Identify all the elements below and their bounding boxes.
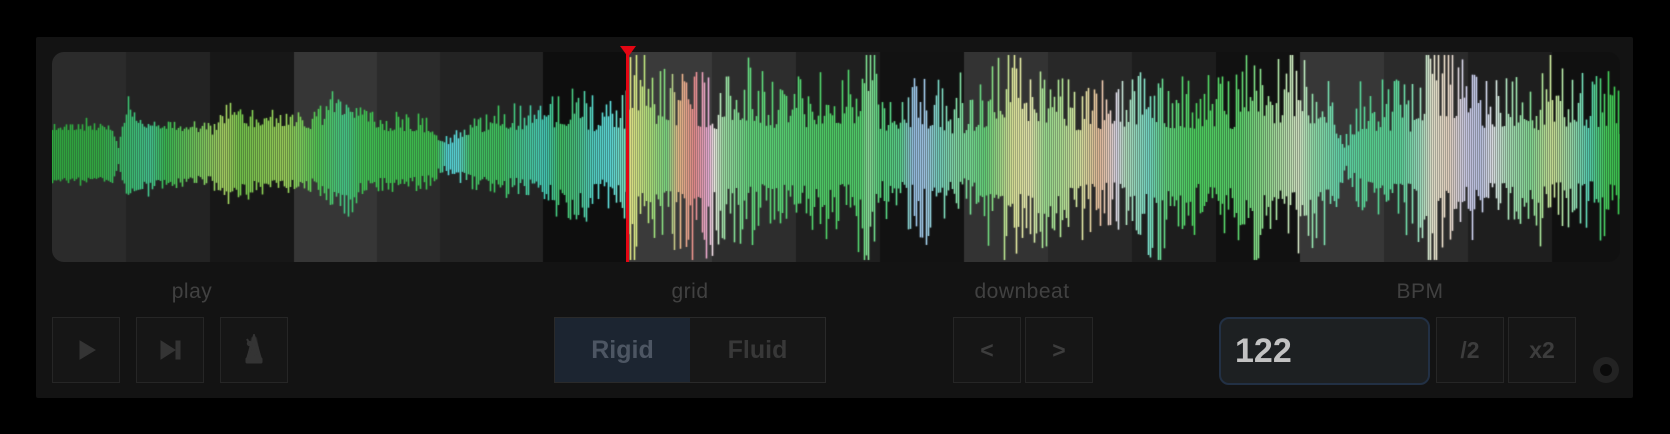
playhead-marker-icon[interactable]: [620, 46, 636, 57]
round-indicator-button[interactable]: [1593, 357, 1619, 383]
bpm-double-button[interactable]: x2: [1508, 317, 1576, 383]
play-button[interactable]: [52, 317, 120, 383]
downbeat-next-button[interactable]: >: [1025, 317, 1093, 383]
dot-icon: [1600, 364, 1612, 376]
grid-section-label: grid: [671, 280, 708, 304]
bpm-half-label: /2: [1460, 337, 1479, 364]
waveform-display[interactable]: [52, 52, 1620, 262]
skip-next-icon: [156, 337, 184, 363]
metronome-button[interactable]: [220, 317, 288, 383]
chevron-left-icon: <: [980, 337, 993, 364]
grid-option-fluid[interactable]: Fluid: [690, 318, 825, 382]
play-icon: [73, 337, 99, 363]
playhead-line[interactable]: [626, 52, 629, 262]
app-window: play grid downbeat BPM: [0, 0, 1670, 434]
grid-mode-toggle: Rigid Fluid: [554, 317, 826, 383]
downbeat-prev-button[interactable]: <: [953, 317, 1021, 383]
skip-next-button[interactable]: [136, 317, 204, 383]
bpm-section-label: BPM: [1396, 280, 1443, 304]
bpm-half-button[interactable]: /2: [1436, 317, 1504, 383]
bpm-double-label: x2: [1529, 337, 1555, 364]
downbeat-section-label: downbeat: [974, 280, 1069, 304]
chevron-right-icon: >: [1052, 337, 1065, 364]
play-section-label: play: [172, 280, 213, 304]
metronome-icon: [239, 334, 269, 366]
bpm-input[interactable]: [1219, 317, 1430, 385]
beat-editor-panel: play grid downbeat BPM: [36, 37, 1633, 398]
grid-option-rigid[interactable]: Rigid: [555, 318, 690, 382]
